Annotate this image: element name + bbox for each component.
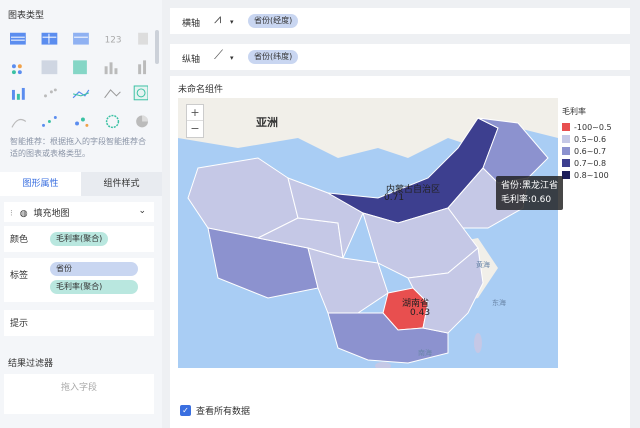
column-chart-icon[interactable] (138, 60, 147, 75)
line-chart-icon[interactable] (72, 89, 90, 99)
radial-icon[interactable] (105, 114, 120, 129)
detail-table-icon[interactable] (73, 32, 89, 45)
tooltip-label: 提示 (10, 319, 29, 329)
legend-label: 0.7~0.8 (574, 158, 607, 168)
tooltip-row: 提示 (4, 310, 154, 336)
label-field-margin[interactable]: 毛利率(聚合) (50, 280, 138, 294)
widget-title: 未命名组件 (178, 85, 224, 95)
taiwan-region[interactable] (474, 333, 482, 353)
tooltip-value: 毛利率:0.60 (501, 195, 552, 205)
sea-label: 东海 (492, 299, 506, 307)
legend-swatch (562, 123, 570, 131)
scatter-map-icon[interactable] (42, 116, 57, 127)
bar-chart-icon[interactable] (104, 62, 118, 75)
map-tooltip: 省份:黑龙江省 毛利率:0.60 (496, 176, 564, 210)
label-row: 标签 省份 毛利率(聚合) (4, 258, 154, 302)
map-type-label: 填充地图 (33, 209, 70, 219)
legend-item[interactable]: 0.7~0.8 (562, 157, 612, 169)
tab-component-style[interactable]: 组件样式 (81, 172, 162, 196)
show-all-label: 查看所有数据 (196, 407, 251, 417)
chevron-down-icon[interactable]: ▾ (230, 18, 234, 26)
chart-line-icon[interactable]: ⟋ (214, 48, 223, 63)
legend-label: -100~0.5 (574, 122, 612, 132)
card-icon[interactable] (138, 32, 148, 45)
chart-type-title: 图表类型 (8, 11, 45, 21)
drop-field-label: 拖入字段 (60, 383, 97, 393)
sankey-icon[interactable] (73, 60, 87, 75)
sea-label: 南海 (418, 349, 432, 357)
kpi-icon[interactable]: 123 (105, 36, 122, 46)
tooltip-province: 省份:黑龙江省 (501, 181, 559, 191)
y-axis-field[interactable]: 省份(纬度) (248, 50, 299, 64)
cross-table-icon[interactable] (41, 32, 58, 45)
color-field-pill[interactable]: 毛利率(聚合) (50, 232, 109, 246)
color-label: 颜色 (10, 235, 29, 245)
y-axis-bar: 纵轴 ⟋ ▾ 省份(纬度) (170, 44, 630, 70)
pie-chart-icon[interactable] (136, 115, 148, 128)
chart-line-icon[interactable]: ⩘ (214, 12, 221, 27)
table-icon[interactable] (10, 32, 26, 45)
legend-item[interactable]: -100~0.5 (562, 121, 612, 133)
property-tabs: 图形属性 组件样式 (0, 172, 162, 196)
result-filter-title: 结果过滤器 (8, 359, 54, 369)
show-all-toggle[interactable]: ✓ 查看所有数据 (180, 404, 250, 417)
legend-swatch (562, 135, 570, 143)
smart-recommend-hint: 智能推荐：根据拖入的字段智能推荐合适的图表或表格类型。 (10, 137, 146, 158)
chevron-down-icon: ⌄ (138, 206, 146, 216)
legend-label: 0.5~0.6 (574, 134, 607, 144)
zoom-control: + − (186, 104, 204, 138)
legend-item[interactable]: 0.5~0.6 (562, 133, 612, 145)
x-axis-field[interactable]: 省份(经度) (248, 14, 299, 28)
legend-label: 0.8~100 (574, 170, 609, 180)
checkbox-icon[interactable]: ✓ (180, 405, 191, 416)
drop-field-zone[interactable]: 拖入字段 (4, 374, 154, 414)
left-panel: 图表类型 123 智能推荐：根据拖入的字段智能推荐合适的图表或表格类型。 图形属… (0, 0, 162, 428)
fill-map-icon[interactable] (133, 85, 148, 101)
region-label-asia: 亚洲 (256, 116, 278, 129)
chart-type-icon-grid: 123 (10, 32, 148, 129)
map-type-select[interactable]: ⁝ ◍ 填充地图 ⌄ (4, 202, 154, 222)
label-label: 标签 (10, 271, 29, 281)
label-field-province[interactable]: 省份 (50, 262, 138, 276)
drag-handle-icon: ⁝ (10, 209, 13, 219)
x-axis-label: 横轴 (182, 19, 201, 29)
heatmap-icon[interactable] (41, 60, 58, 75)
x-axis-bar: 横轴 ⩘ ▾ 省份(经度) (170, 8, 630, 34)
legend-swatch (562, 147, 570, 155)
chart-type-scrollbar[interactable] (155, 30, 159, 64)
china-map[interactable]: 亚洲 内蒙古自治区 0.71 湖南省 0.43 黄海 东海 南海 + − (178, 98, 558, 370)
legend-item[interactable]: 0.8~100 (562, 169, 612, 181)
sea-label: 黄海 (476, 261, 490, 269)
legend-label: 0.6~0.7 (574, 146, 607, 156)
legend-title: 毛利率 (562, 107, 586, 116)
inner-mongolia-value: 0.71 (384, 193, 405, 203)
area-line-icon[interactable] (104, 89, 121, 99)
chart-widget: 未命名组件 亚洲 内蒙古自治区 0.71 湖南省 0.43 黄海 东海 南海 +… (170, 76, 630, 428)
y-axis-label: 纵轴 (182, 55, 201, 65)
scatter-icon[interactable] (44, 88, 57, 98)
chevron-down-icon[interactable]: ▾ (230, 54, 234, 62)
legend-swatch (562, 171, 570, 179)
legend-item[interactable]: 0.6~0.7 (562, 145, 612, 157)
dot-matrix-icon[interactable] (11, 64, 22, 75)
bubble-icon[interactable] (75, 117, 89, 127)
tab-graphic-properties[interactable]: 图形属性 (0, 172, 81, 196)
hunan-value: 0.43 (410, 308, 431, 318)
curve-icon[interactable] (11, 118, 27, 128)
svg-text:123: 123 (105, 36, 122, 46)
zoom-out-button[interactable]: − (187, 121, 203, 137)
color-row: 颜色 毛利率(聚合) (4, 226, 154, 252)
legend: 毛利率 -100~0.5 0.5~0.6 0.6~0.7 0.7~0.8 0.8… (562, 106, 612, 181)
legend-swatch (562, 159, 570, 167)
grouped-bar-icon[interactable] (11, 87, 25, 100)
globe-icon: ◍ (19, 209, 28, 219)
zoom-in-button[interactable]: + (187, 105, 203, 121)
